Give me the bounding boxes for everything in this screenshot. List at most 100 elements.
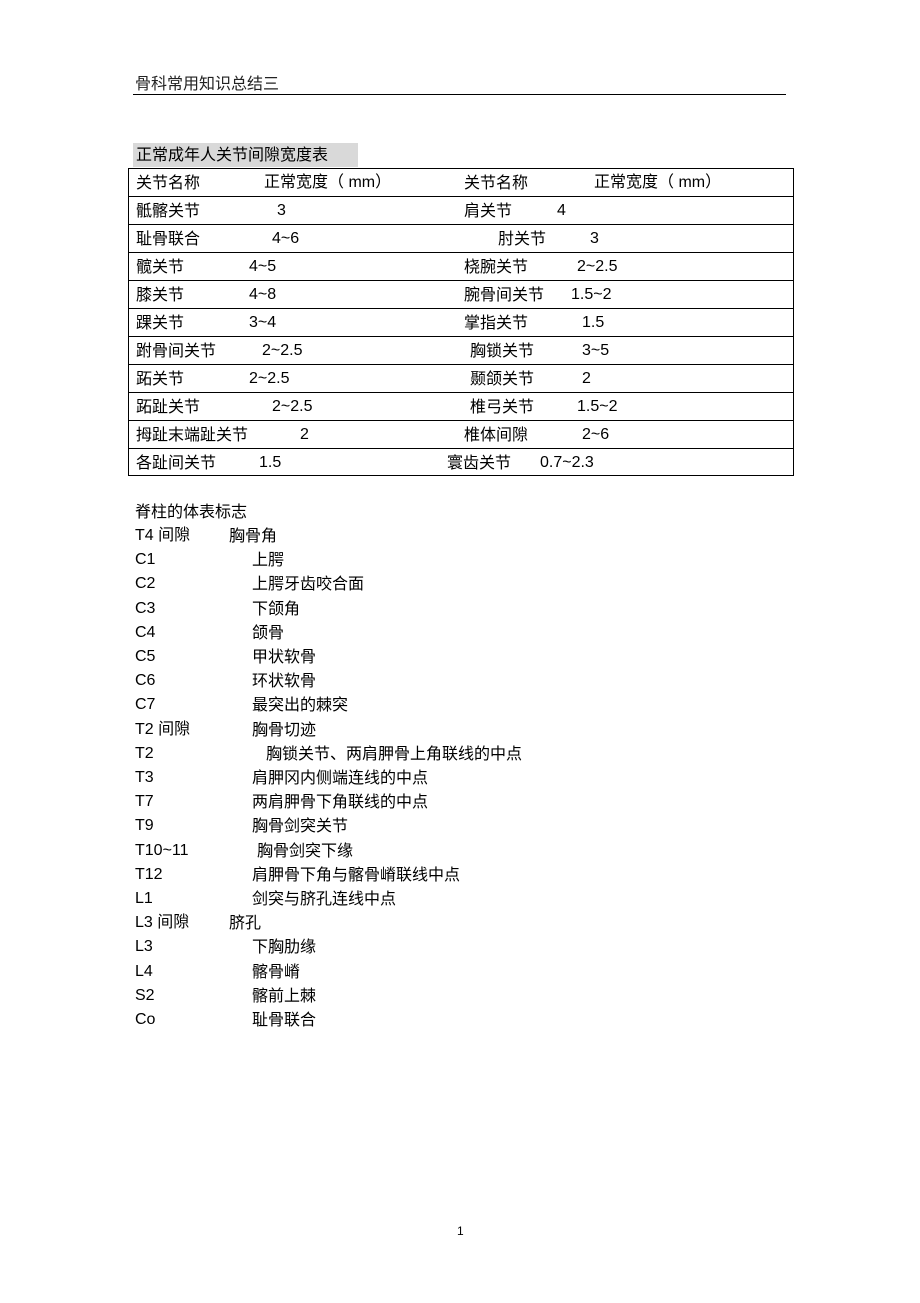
surface-landmark: 最突出的棘突 [252, 695, 349, 715]
table-row: 跖关节 2~2.5 颞颌关节 2 [129, 365, 793, 393]
surface-landmark: 胸骨切迹 [252, 719, 317, 739]
width-value-cell: 0.7~2.3 [540, 454, 594, 471]
surface-landmark: 胸骨剑突下缘 [257, 840, 354, 860]
surface-landmark: 胸骨剑突关节 [252, 816, 349, 836]
column-header: 关节名称 [136, 173, 201, 192]
table-row: 耻骨联合 4~6 肘关节 3 [129, 225, 793, 253]
joint-name-cell: 耻骨联合 [136, 229, 201, 248]
surface-landmark: 肩胛冈内侧端连线的中点 [252, 768, 429, 787]
width-value-cell: 2~2.5 [262, 342, 303, 359]
surface-landmark: 胸锁关节、两肩胛骨上角联线的中点 [266, 743, 523, 763]
vertebra-level: C6 [135, 672, 156, 690]
spine-section-title: 脊柱的体表标志 [135, 502, 248, 521]
surface-landmark: 下胸肋缘 [252, 937, 317, 957]
joint-name-cell: 髋关节 [136, 257, 185, 276]
width-value-cell: 1.5~2 [571, 286, 612, 303]
width-value-cell: 1.5 [259, 454, 282, 471]
width-value-cell: 2~6 [582, 426, 610, 443]
vertebra-level: C2 [135, 575, 156, 593]
table-row: 跖趾关节 2~2.5 椎弓关节 1.5~2 [129, 393, 793, 421]
vertebra-level: L3 间隙 [135, 914, 190, 932]
width-value-cell: 2~2.5 [577, 258, 618, 275]
surface-landmark: 下颌角 [252, 598, 301, 618]
surface-landmark: 耻骨联合 [252, 1010, 317, 1029]
joint-name-cell: 掌指关节 [464, 313, 529, 332]
joint-name-cell: 寰齿关节 [447, 453, 512, 472]
width-value-cell: 2~2.5 [272, 398, 313, 415]
table-row: 拇趾末端趾关节 2 椎体间隙 2~6 [129, 421, 793, 449]
surface-landmark: 剑突与脐孔连线中点 [252, 889, 397, 908]
width-value-cell: 4~5 [249, 258, 277, 275]
width-value-cell: 4~8 [249, 286, 277, 303]
joint-name-cell: 跖趾关节 [136, 397, 201, 416]
joint-name-cell: 膝关节 [136, 285, 185, 304]
table-row: 踝关节 3~4 掌指关节 1.5 [129, 309, 793, 337]
vertebra-level: C1 [135, 551, 156, 569]
surface-landmark: 颌骨 [252, 622, 285, 642]
table-header-row: 关节名称 正常宽度（ mm） 关节名称 正常宽度（ mm） [129, 169, 793, 197]
vertebra-level: T12 [135, 865, 163, 883]
column-header: 正常宽度（ mm） [594, 174, 722, 191]
document-page: 骨科常用知识总结三 正常成年人关节间隙宽度表 关节名称 正常宽度（ mm） 关节名称… [0, 0, 920, 1303]
joint-name-cell: 骶髂关节 [136, 201, 201, 220]
width-value-cell: 4 [557, 202, 566, 219]
vertebra-level: C3 [135, 599, 156, 617]
column-header: 正常宽度（ mm） [264, 174, 392, 191]
table-row: 跗骨间关节 2~2.5 胸锁关节 3~5 [129, 337, 793, 365]
vertebra-level: T9 [135, 817, 154, 835]
page-header-title: 骨科常用知识总结三 [135, 74, 280, 93]
vertebra-level: T7 [135, 793, 154, 811]
table-row: 膝关节 4~8 腕骨间关节 1.5~2 [129, 281, 793, 309]
table-row: 骶髂关节 3 肩关节 4 [129, 197, 793, 225]
vertebra-level: C5 [135, 648, 156, 665]
width-value-cell: 2~2.5 [249, 370, 290, 387]
width-value-cell: 1.5~2 [577, 398, 618, 415]
joint-name-cell: 腕骨间关节 [464, 285, 545, 304]
surface-landmark: 胸骨角 [229, 526, 278, 545]
vertebra-level: L3 [135, 938, 153, 956]
vertebra-level: T3 [135, 769, 154, 786]
vertebra-level: Co [135, 1011, 156, 1028]
column-header: 关节名称 [464, 173, 529, 192]
surface-landmark: 甲状软骨 [252, 647, 317, 666]
joint-name-cell: 拇趾末端趾关节 [136, 425, 249, 444]
joint-space-table: 关节名称 正常宽度（ mm） 关节名称 正常宽度（ mm） 骶髂关节 3 肩关节 4 耻骨联合 4… [128, 168, 794, 476]
surface-landmark: 两肩胛骨下角联线的中点 [252, 792, 429, 812]
table-row: 髋关节 4~5 桡腕关节 2~2.5 [129, 253, 793, 281]
surface-landmark: 脐孔 [229, 913, 262, 933]
width-value-cell: 2 [300, 426, 309, 443]
joint-name-cell: 颞颌关节 [470, 369, 535, 388]
vertebra-level: T10~11 [135, 841, 189, 859]
joint-name-cell: 跖关节 [136, 369, 185, 388]
surface-landmark: 环状软骨 [252, 671, 317, 691]
table-title: 正常成年人关节间隙宽度表 [133, 143, 358, 167]
width-value-cell: 1.5 [582, 314, 605, 331]
vertebra-level: T2 间隙 [135, 720, 191, 738]
vertebra-level: C4 [135, 623, 156, 641]
vertebra-level: L1 [135, 890, 153, 907]
width-value-cell: 4~6 [272, 230, 300, 247]
joint-name-cell: 胸锁关节 [470, 341, 535, 360]
surface-landmark: 肩胛骨下角与髂骨嵴联线中点 [252, 864, 461, 884]
joint-name-cell: 肘关节 [498, 229, 547, 248]
page-number: 1 [457, 1224, 464, 1238]
vertebra-level: C7 [135, 696, 156, 714]
joint-name-cell: 跗骨间关节 [136, 341, 217, 360]
surface-landmark: 髂前上棘 [252, 985, 317, 1005]
width-value-cell: 3~4 [249, 314, 277, 331]
vertebra-level: T4 间隙 [135, 527, 191, 544]
joint-name-cell: 椎体间隙 [464, 425, 529, 444]
surface-landmark: 髂骨嵴 [252, 961, 301, 981]
joint-name-cell: 肩关节 [464, 201, 513, 220]
vertebra-level: S2 [135, 986, 155, 1004]
table-row: 各趾间关节 1.5 寰齿关节 0.7~2.3 [129, 449, 793, 477]
width-value-cell: 3 [277, 202, 286, 219]
surface-landmark: 上腭牙齿咬合面 [252, 574, 365, 594]
header-rule [133, 94, 786, 95]
vertebra-level: L4 [135, 962, 153, 980]
width-value-cell: 3 [590, 230, 599, 247]
vertebra-level: T2 [135, 744, 154, 762]
joint-name-cell: 桡腕关节 [464, 257, 529, 276]
joint-name-cell: 椎弓关节 [470, 397, 535, 416]
joint-name-cell: 踝关节 [136, 313, 185, 332]
